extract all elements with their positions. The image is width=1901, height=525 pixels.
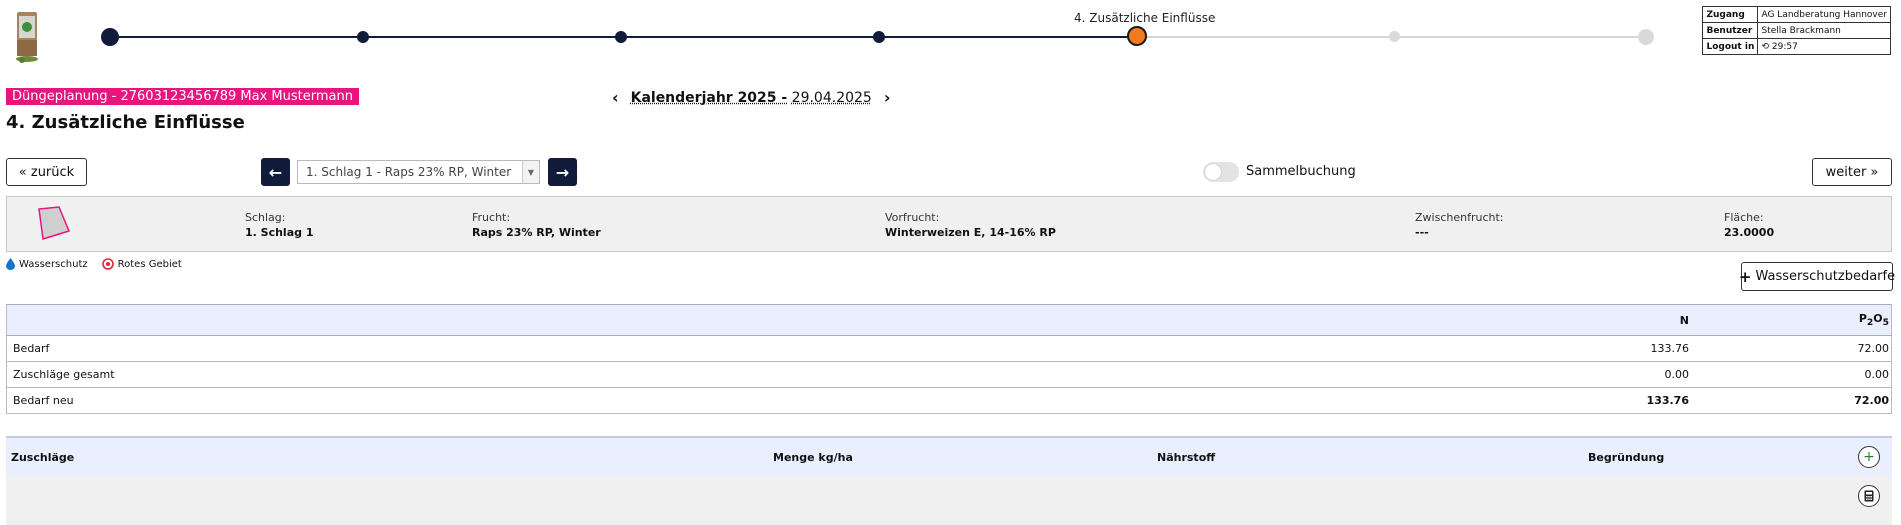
- active-step-label: 4. Zusätzliche Einflüsse: [1074, 11, 1216, 25]
- info-label: Schlag:: [245, 211, 286, 224]
- toggle-label: Sammelbuchung: [1246, 164, 1356, 179]
- row-p: 72.00: [1689, 335, 1889, 362]
- plus-icon: +: [1863, 449, 1875, 465]
- info-vorfrucht: Vorfrucht: Winterweizen E, 14-16% RP: [885, 211, 1056, 239]
- timer-icon: ⟲: [1761, 41, 1770, 52]
- additions-body: [6, 476, 1892, 525]
- field-shape-icon: [38, 206, 71, 240]
- row-name: Bedarf: [6, 335, 1337, 362]
- target-icon: [101, 258, 114, 270]
- dropdown-arrow-icon[interactable]: ▼: [522, 161, 539, 183]
- planning-tag: Düngeplanung - 27603123456789 Max Muster…: [6, 88, 359, 105]
- col-zuschlaege: Zuschläge: [11, 451, 75, 464]
- chevron-right-icon[interactable]: ›: [884, 88, 891, 107]
- step-2[interactable]: [357, 31, 369, 43]
- session-info-table: Zugang AG Landberatung Hannover Benutzer…: [1702, 6, 1891, 55]
- field-select[interactable]: 1. Schlag 1 - Raps 23% RP, Winter ▼: [297, 160, 540, 184]
- info-label: Vorfrucht:: [885, 211, 940, 224]
- table-row: Bedarf 133.76 72.00: [6, 335, 1892, 362]
- field-info-panel: Schlag: 1. Schlag 1 Frucht: Raps 23% RP,…: [6, 196, 1892, 252]
- page-title: 4. Zusätzliche Einflüsse: [6, 112, 245, 133]
- col-n-header: N: [1349, 304, 1689, 336]
- info-label: Frucht:: [472, 211, 511, 224]
- session-row-access: Zugang AG Landberatung Hannover: [1702, 6, 1891, 23]
- water-drop-icon: [6, 258, 15, 270]
- arrow-left-icon: ←: [268, 162, 283, 182]
- info-value: 1. Schlag 1: [245, 226, 314, 239]
- info-flaeche: Fläche: 23.0000: [1724, 211, 1774, 239]
- session-key: Logout in: [1702, 38, 1759, 55]
- info-schlag: Schlag: 1. Schlag 1: [245, 211, 314, 239]
- legend: Wasserschutz Rotes Gebiet: [6, 258, 182, 270]
- col-p-header: P2O5: [1689, 304, 1889, 336]
- back-button[interactable]: « zurück: [6, 158, 87, 186]
- next-field-button[interactable]: →: [548, 158, 577, 186]
- info-value: Winterweizen E, 14-16% RP: [885, 226, 1056, 239]
- session-row-user: Benutzer Stella Brackmann: [1702, 22, 1891, 39]
- step-1[interactable]: [101, 28, 119, 46]
- row-n: 133.76: [1349, 387, 1689, 414]
- session-row-logout: Logout in ⟲ 29:57: [1702, 38, 1891, 55]
- toggle-knob: [1205, 164, 1221, 180]
- session-key: Zugang: [1702, 6, 1759, 23]
- wasserschutzbedarfe-button[interactable]: + Wasserschutzbedarfe: [1738, 262, 1896, 291]
- step-5-active[interactable]: [1127, 26, 1147, 46]
- col-menge: Menge kg/ha: [773, 451, 853, 464]
- plus-icon: +: [1738, 267, 1752, 286]
- app-logo: [16, 12, 38, 63]
- info-label: Fläche:: [1724, 211, 1764, 224]
- add-zuschlag-button[interactable]: +: [1858, 446, 1880, 468]
- requirement-table: N P2O5 Bedarf 133.76 72.00 Zuschläge ges…: [6, 304, 1892, 414]
- step-3[interactable]: [615, 31, 627, 43]
- info-value: ---: [1415, 226, 1429, 239]
- session-value: Stella Brackmann: [1757, 22, 1891, 39]
- table-row: Zuschläge gesamt 0.00 0.00: [6, 361, 1892, 388]
- row-n: 133.76: [1349, 335, 1689, 362]
- info-value: 23.0000: [1724, 226, 1775, 239]
- step-7: [1638, 29, 1654, 45]
- arrow-right-icon: →: [555, 162, 570, 182]
- row-p: 0.00: [1689, 361, 1889, 388]
- legend-rotes-gebiet: Rotes Gebiet: [117, 258, 182, 270]
- step-4[interactable]: [873, 31, 885, 43]
- row-n: 0.00: [1349, 361, 1689, 388]
- table-header-row: N P2O5: [6, 304, 1892, 336]
- year-label: Kalenderjahr 2025 -: [630, 89, 788, 106]
- plan-date: 29.04.2025: [791, 89, 872, 106]
- info-label: Zwischenfrucht:: [1415, 211, 1504, 224]
- chevron-left-icon[interactable]: ‹: [612, 88, 619, 107]
- wasserschutzbedarfe-label: Wasserschutzbedarfe: [1755, 269, 1896, 284]
- calculator-icon: [1864, 490, 1874, 502]
- info-zwischenfrucht: Zwischenfrucht: ---: [1415, 211, 1503, 239]
- year-navigation: ‹ Kalenderjahr 2025 - 29.04.2025 ›: [612, 88, 890, 107]
- logout-countdown: 29:57: [1771, 41, 1798, 52]
- step-6: [1389, 31, 1400, 42]
- col-naehrstoff: Nährstoff: [1157, 451, 1216, 464]
- session-key: Benutzer: [1702, 22, 1759, 39]
- col-begruendung: Begründung: [1588, 451, 1665, 464]
- row-name: Bedarf neu: [6, 387, 1337, 414]
- session-value: ⟲ 29:57: [1757, 38, 1891, 55]
- prev-field-button[interactable]: ←: [261, 158, 290, 186]
- field-select-value: 1. Schlag 1 - Raps 23% RP, Winter: [306, 165, 512, 179]
- row-name: Zuschläge gesamt: [6, 361, 1337, 388]
- calculator-button[interactable]: [1858, 485, 1880, 507]
- row-p: 72.00: [1689, 387, 1889, 414]
- next-button[interactable]: weiter »: [1812, 158, 1892, 186]
- sammelbuchung-toggle[interactable]: [1203, 162, 1239, 182]
- table-row: Bedarf neu 133.76 72.00: [6, 387, 1892, 414]
- year-selector[interactable]: Kalenderjahr 2025 - 29.04.2025: [631, 90, 872, 106]
- legend-wasserschutz: Wasserschutz: [19, 258, 88, 270]
- info-value: Raps 23% RP, Winter: [472, 226, 601, 239]
- col-name-header: [6, 304, 1337, 336]
- session-value: AG Landberatung Hannover: [1757, 6, 1891, 23]
- info-frucht: Frucht: Raps 23% RP, Winter: [472, 211, 601, 239]
